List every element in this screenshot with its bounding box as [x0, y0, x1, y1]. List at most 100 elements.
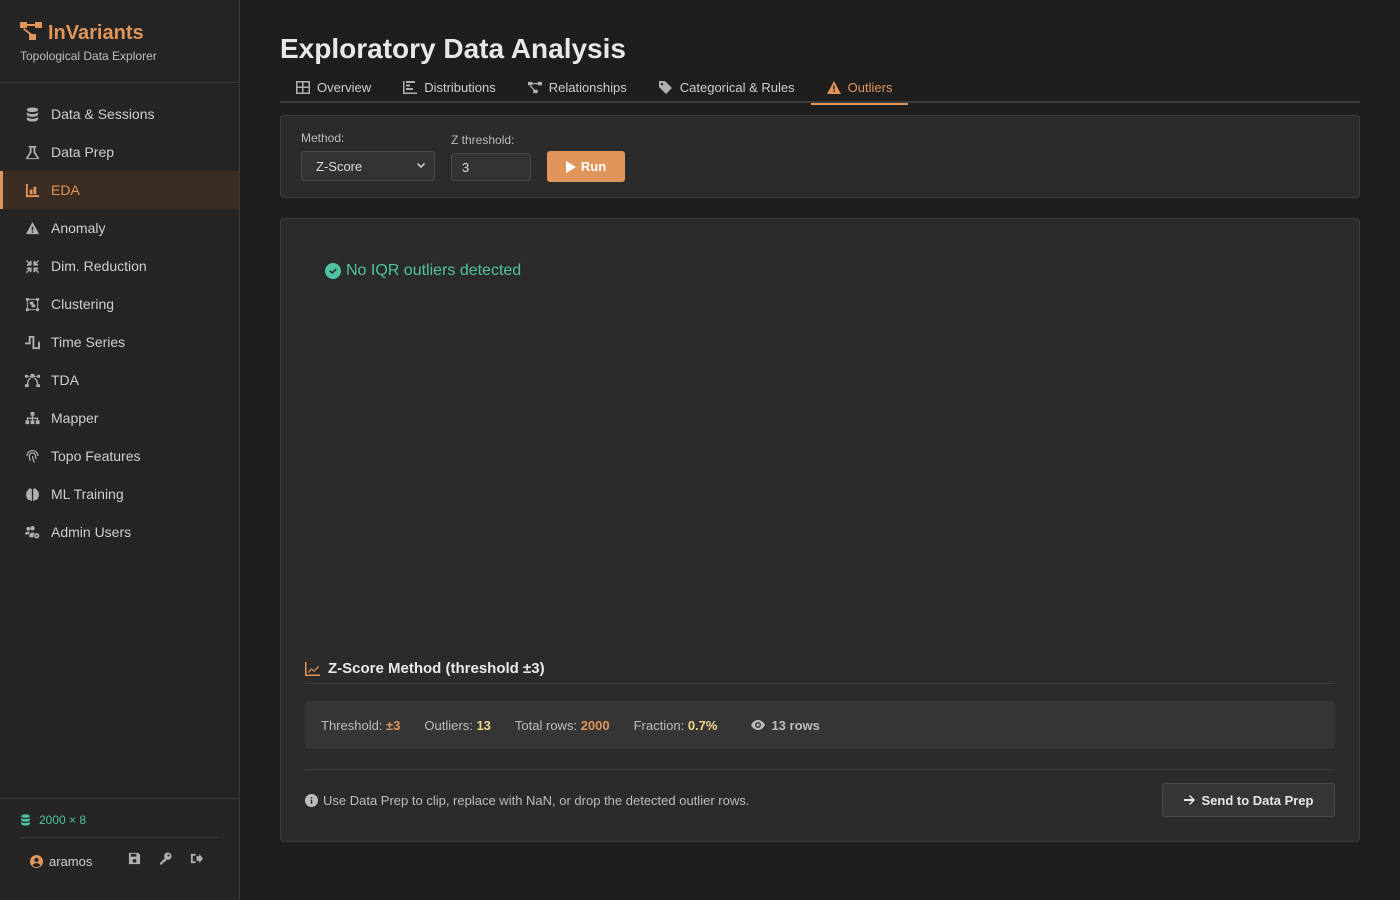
username: aramos — [49, 853, 93, 869]
stat-value: 2000 — [580, 717, 610, 733]
sidebar-item-data-prep[interactable]: Data Prep — [0, 133, 239, 171]
sidebar-item-label: Topo Features — [51, 448, 141, 464]
results-panel: No IQR outliers detected Z-Score Method … — [280, 218, 1360, 842]
sidebar-item-admin-users[interactable]: Admin Users — [0, 513, 239, 551]
stat-label: Threshold: — [321, 717, 383, 733]
brain-icon — [24, 486, 40, 502]
section-divider — [305, 769, 1335, 770]
stat-value: 13 — [476, 717, 491, 733]
bar-chart-icon — [403, 80, 418, 94]
stat-value: 0.7% — [687, 717, 718, 733]
sidebar-item-data-sessions[interactable]: Data & Sessions — [0, 95, 239, 133]
rows-link-text: 13 rows — [771, 717, 820, 733]
page-title: Exploratory Data Analysis — [280, 33, 626, 64]
tab-overview[interactable]: Overview — [280, 71, 387, 103]
object-group-icon — [24, 296, 40, 312]
dataset-indicator: 2000 × 8 — [20, 813, 219, 838]
method-value: Z-Score — [316, 158, 363, 174]
run-label: Run — [580, 159, 607, 174]
brand: InVariants Topological Data Explorer — [0, 0, 239, 83]
stat-label: Outliers: — [424, 717, 473, 733]
app-subtitle: Topological Data Explorer — [20, 49, 157, 63]
sign-out-icon[interactable] — [190, 852, 203, 870]
view-outlier-rows-link[interactable]: 13 rows — [751, 717, 820, 733]
threshold-label: Z threshold: — [451, 133, 515, 147]
stat-fraction: Fraction: 0.7% — [634, 718, 718, 733]
stat-label: Total rows: — [514, 717, 578, 733]
iqr-result-message: No IQR outliers detected — [325, 262, 521, 280]
tab-categorical-rules[interactable]: Categorical & Rules — [643, 71, 811, 103]
sidebar-nav: Data & Sessions Data Prep EDA Anomaly Di… — [0, 83, 239, 551]
tags-icon — [658, 80, 672, 94]
play-icon — [565, 160, 576, 173]
compress-icon — [24, 258, 40, 274]
method-label: Method: — [301, 131, 345, 145]
tab-outliers[interactable]: Outliers — [810, 71, 909, 105]
chevron-down-icon — [417, 163, 425, 168]
warning-icon — [826, 80, 841, 94]
send-to-data-prep-button[interactable]: Send to Data Prep — [1162, 783, 1335, 817]
info-circle-icon — [305, 794, 318, 807]
stat-threshold: Threshold: ±3 — [321, 718, 400, 733]
zscore-stats-bar: Threshold: ±3 Outliers: 13 Total rows: 2… — [305, 701, 1335, 749]
sidebar-item-eda[interactable]: EDA — [0, 171, 239, 209]
sidebar-item-mapper[interactable]: Mapper — [0, 399, 239, 437]
iqr-message-text: No IQR outliers detected — [346, 262, 522, 279]
sidebar-item-clustering[interactable]: Clustering — [0, 285, 239, 323]
arrow-right-icon — [1183, 795, 1195, 805]
z-threshold-input[interactable] — [451, 153, 531, 181]
method-select[interactable]: Z-Score — [301, 151, 435, 181]
database-icon — [21, 814, 30, 826]
sidebar-item-label: EDA — [51, 182, 80, 198]
zscore-title-text: Z-Score Method (threshold ±3) — [328, 660, 545, 677]
app-title: InVariants — [48, 22, 144, 44]
main-content: Exploratory Data Analysis Overview Distr… — [280, 0, 1360, 842]
tab-relationships[interactable]: Relationships — [512, 71, 643, 103]
eye-icon — [751, 720, 766, 730]
outlier-controls: Method: Z-Score Z threshold: Run — [280, 115, 1360, 198]
zscore-section-title: Z-Score Method (threshold ±3) — [305, 660, 1335, 684]
sidebar-item-label: ML Training — [51, 486, 124, 502]
stat-total-rows: Total rows: 2000 — [515, 718, 610, 733]
user-circle-icon — [30, 854, 43, 868]
sitemap-icon — [24, 410, 40, 426]
info-note: Use Data Prep to clip, replace with NaN,… — [305, 793, 749, 808]
bezier-curve-icon — [24, 372, 40, 388]
sidebar-item-label: Data Prep — [51, 144, 115, 160]
save-icon[interactable] — [128, 852, 141, 870]
stat-label: Fraction: — [633, 717, 685, 733]
send-label: Send to Data Prep — [1201, 792, 1314, 808]
stat-outliers: Outliers: 13 — [424, 718, 491, 733]
tab-bar: Overview Distributions Relationships Cat… — [280, 71, 1360, 105]
flask-icon — [24, 144, 40, 160]
sidebar-item-anomaly[interactable]: Anomaly — [0, 209, 239, 247]
users-cog-icon — [24, 524, 40, 540]
sidebar-item-dim-reduction[interactable]: Dim. Reduction — [0, 247, 239, 285]
sidebar-footer: 2000 × 8 aramos — [0, 798, 239, 900]
sidebar-item-label: Mapper — [51, 410, 99, 426]
sidebar-item-label: Dim. Reduction — [51, 258, 147, 274]
fingerprint-icon — [24, 448, 40, 464]
sidebar-item-tda[interactable]: TDA — [0, 361, 239, 399]
tab-label: Distributions — [424, 79, 496, 95]
tab-distributions[interactable]: Distributions — [387, 71, 512, 103]
sidebar-item-time-series[interactable]: Time Series — [0, 323, 239, 361]
key-icon[interactable] — [159, 852, 172, 870]
tab-label: Overview — [317, 79, 372, 95]
warning-icon — [24, 220, 40, 236]
sidebar-item-label: Admin Users — [51, 524, 132, 540]
sidebar-item-topo-features[interactable]: Topo Features — [0, 437, 239, 475]
info-note-text: Use Data Prep to clip, replace with NaN,… — [323, 793, 750, 808]
bar-chart-icon — [24, 182, 40, 198]
sidebar-item-label: Anomaly — [51, 220, 106, 236]
stat-value: ±3 — [386, 717, 401, 733]
sidebar-item-label: Time Series — [51, 334, 126, 350]
project-diagram-icon — [20, 22, 42, 45]
run-button[interactable]: Run — [547, 151, 625, 182]
tab-label: Outliers — [847, 79, 893, 95]
user-profile[interactable]: aramos — [30, 854, 92, 869]
network-icon — [527, 81, 542, 93]
sidebar-item-ml-training[interactable]: ML Training — [0, 475, 239, 513]
sidebar-item-label: TDA — [51, 372, 79, 388]
wave-square-icon — [24, 334, 40, 350]
